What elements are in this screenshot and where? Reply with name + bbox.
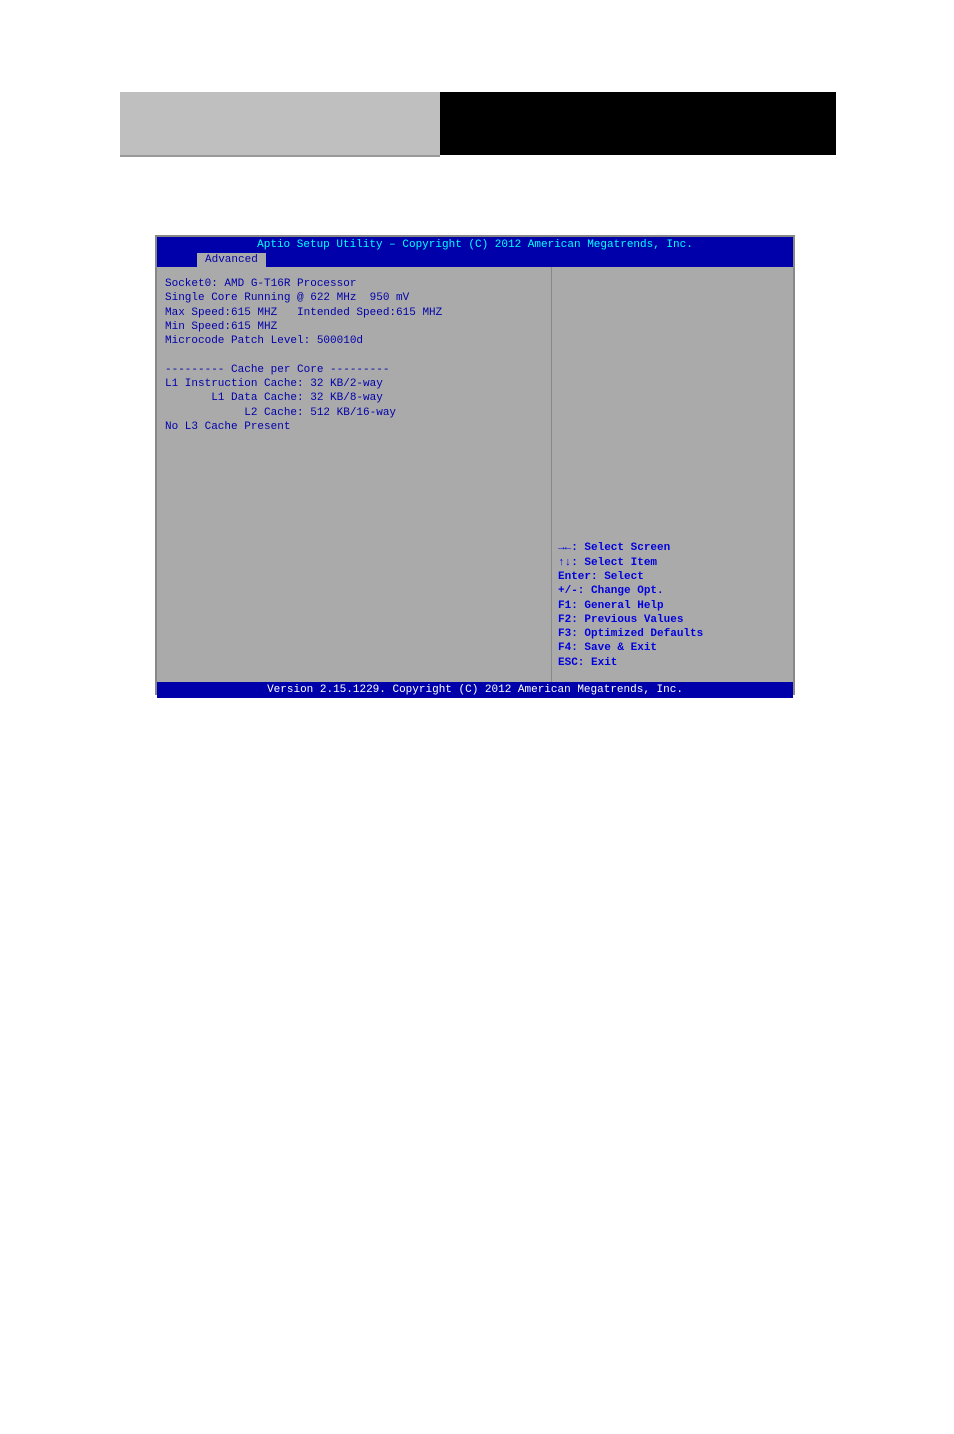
- info-l1d: L1 Data Cache: 32 KB/8-way: [165, 391, 543, 405]
- info-socket: Socket0: AMD G-T16R Processor: [165, 277, 543, 291]
- bios-tab-bar: Advanced: [157, 253, 793, 267]
- bios-title: Aptio Setup Utility – Copyright (C) 2012…: [157, 237, 793, 253]
- page-header: [120, 92, 836, 157]
- help-f3: F3: Optimized Defaults: [558, 627, 703, 641]
- help-esc: ESC: Exit: [558, 656, 703, 670]
- header-right-block: [440, 92, 836, 157]
- header-left-block: [120, 92, 440, 157]
- info-l3: No L3 Cache Present: [165, 420, 543, 434]
- bios-info-panel: Socket0: AMD G-T16R Processor Single Cor…: [157, 267, 552, 682]
- info-microcode: Microcode Patch Level: 500010d: [165, 334, 543, 348]
- bios-help-panel: →←: Select Screen ↑↓: Select Item Enter:…: [552, 267, 793, 682]
- info-maxspeed: Max Speed:615 MHZ Intended Speed:615 MHZ: [165, 306, 543, 320]
- info-l2: L2 Cache: 512 KB/16-way: [165, 406, 543, 420]
- help-enter: Enter: Select: [558, 570, 703, 584]
- info-cache-header: --------- Cache per Core ---------: [165, 363, 543, 377]
- bios-footer: Version 2.15.1229. Copyright (C) 2012 Am…: [157, 682, 793, 698]
- info-core: Single Core Running @ 622 MHz 950 mV: [165, 291, 543, 305]
- info-minspeed: Min Speed:615 MHZ: [165, 320, 543, 334]
- tab-advanced[interactable]: Advanced: [197, 253, 266, 267]
- help-select-screen: →←: Select Screen: [558, 541, 703, 555]
- help-f1: F1: General Help: [558, 599, 703, 613]
- help-change-opt: +/-: Change Opt.: [558, 584, 703, 598]
- bios-body: Socket0: AMD G-T16R Processor Single Cor…: [157, 267, 793, 682]
- help-f2: F2: Previous Values: [558, 613, 703, 627]
- help-select-item: ↑↓: Select Item: [558, 556, 703, 570]
- bios-screen: Aptio Setup Utility – Copyright (C) 2012…: [155, 235, 795, 695]
- help-f4: F4: Save & Exit: [558, 641, 703, 655]
- bios-key-help: →←: Select Screen ↑↓: Select Item Enter:…: [558, 541, 703, 670]
- info-l1i: L1 Instruction Cache: 32 KB/2-way: [165, 377, 543, 391]
